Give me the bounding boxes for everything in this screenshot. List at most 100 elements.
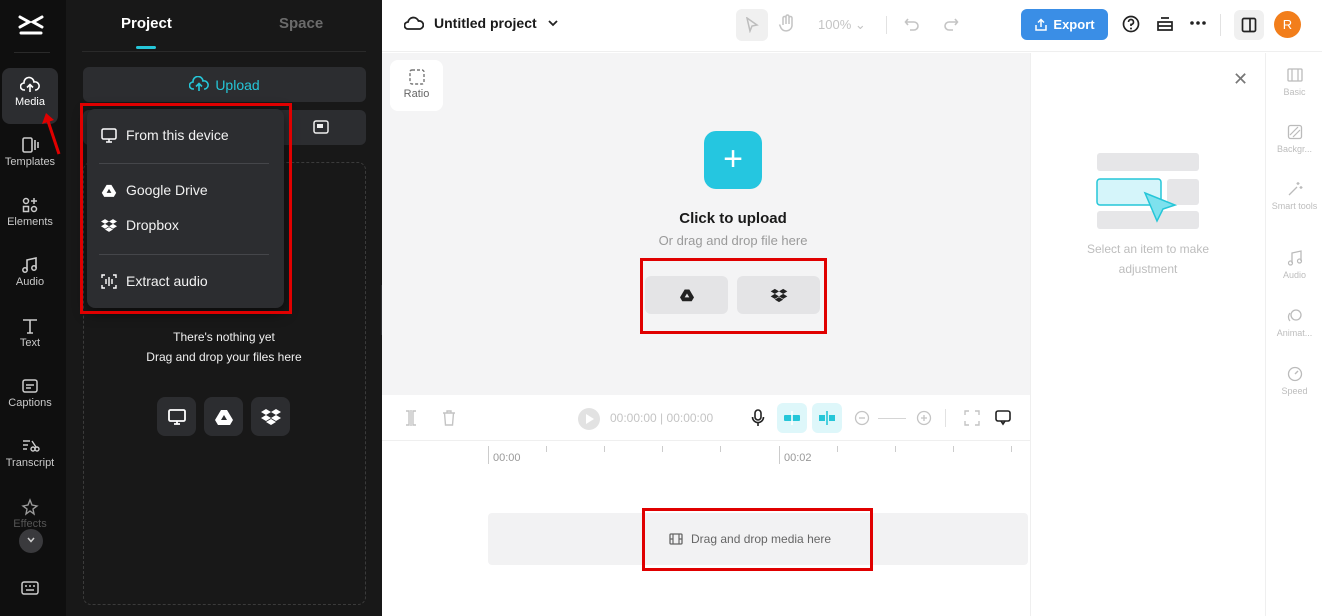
rail-label-smart-tools: Smart tools [1271, 201, 1318, 211]
rail-item-transcript[interactable]: Transcript [0, 429, 60, 485]
highlight-box-dropdown [80, 103, 292, 314]
left-rail: Media Templates Elements Audio Text Capt… [0, 0, 66, 616]
export-label: Export [1053, 17, 1095, 32]
highlight-box-track [642, 508, 873, 571]
rail-label-captions: Captions [8, 397, 52, 409]
upload-button[interactable]: Upload [83, 67, 366, 102]
highlight-box-cloud-sources [640, 258, 827, 334]
layout-toggle-button[interactable] [1234, 10, 1264, 40]
export-button[interactable]: Export [1021, 9, 1108, 40]
zoom-slider[interactable] [878, 418, 906, 419]
undo-icon[interactable] [904, 16, 920, 32]
google-drive-button[interactable] [204, 397, 243, 436]
ruler-label-2s: 00:02 [784, 452, 812, 464]
share-icon [1035, 17, 1048, 31]
play-button[interactable] [578, 408, 600, 430]
rail-item-basic[interactable]: Basic [1266, 67, 1322, 97]
keyboard-icon [21, 581, 39, 595]
rail-item-background[interactable]: Backgr... [1266, 124, 1322, 154]
fit-to-screen-icon[interactable] [964, 410, 980, 426]
upload-button-label: Upload [215, 76, 260, 93]
total-time: 00:00:00 [666, 411, 714, 425]
empty-subtitle: Drag and drop your files here [146, 350, 302, 364]
top-bar: Untitled project 100% ⌄ Export R [382, 0, 1322, 52]
ruler-tick [1011, 446, 1012, 452]
cloud-upload-icon [189, 76, 210, 91]
select-tool-button[interactable] [736, 9, 768, 41]
tab-project[interactable]: Project [121, 15, 172, 32]
rail-item-captions[interactable]: Captions [0, 369, 60, 425]
stack-icon[interactable] [1156, 15, 1174, 33]
auto-snap-toggle[interactable] [777, 403, 807, 433]
ruler-tick [895, 446, 896, 452]
close-icon[interactable]: ✕ [1233, 69, 1248, 90]
split-icon[interactable] [404, 409, 418, 427]
captions-icon [22, 379, 38, 393]
rail-label-speed: Speed [1281, 386, 1308, 396]
cloud-icon [404, 16, 424, 30]
basic-icon [1286, 68, 1303, 82]
zoom-level[interactable]: 100% ⌄ [818, 17, 866, 33]
rail-item-audio[interactable]: Audio [0, 248, 60, 304]
play-icon [586, 414, 594, 424]
project-title[interactable]: Untitled project [404, 15, 559, 31]
ruler-tick [779, 446, 780, 464]
music-note-icon [22, 257, 37, 273]
rail-item-animation[interactable]: Animat... [1266, 308, 1322, 338]
monitor-icon [167, 408, 186, 425]
redo-icon[interactable] [943, 16, 959, 32]
help-icon[interactable] [1122, 15, 1140, 33]
timeline-ruler: 00:00 00:02 [382, 442, 1030, 472]
add-media-button[interactable]: + [704, 131, 762, 189]
ruler-tick [837, 446, 838, 452]
from-device-button[interactable] [157, 397, 196, 436]
timecode: 00:00:00 | 00:00:00 [610, 411, 714, 425]
linkage-toggle[interactable] [812, 403, 842, 433]
rail-label-audio: Audio [15, 276, 45, 288]
annotation-arrow [42, 113, 61, 155]
transcript-icon [23, 440, 40, 452]
ratio-icon [408, 69, 425, 85]
timeline-toolbar: 00:00:00 | 00:00:00 [382, 395, 1030, 441]
music-note-icon [1287, 250, 1302, 266]
ruler-tick [604, 446, 605, 452]
ruler-tick [720, 446, 721, 452]
delete-icon[interactable] [442, 409, 456, 427]
link-clips-icon [819, 411, 835, 425]
toolbar-divider [1220, 14, 1221, 36]
tab-space[interactable]: Space [279, 15, 323, 32]
click-to-upload-title: Click to upload [679, 210, 787, 227]
microphone-icon[interactable] [751, 409, 765, 427]
more-icon[interactable] [1189, 20, 1207, 26]
ruler-tick [546, 446, 547, 452]
effects-icon [21, 498, 39, 516]
dropbox-icon [260, 408, 281, 425]
dropbox-button[interactable] [251, 397, 290, 436]
rail-label-text: Text [19, 337, 41, 349]
rail-more-button[interactable] [19, 529, 43, 553]
zoom-in-icon[interactable] [916, 410, 932, 426]
right-rail: Basic Backgr... Smart tools Audio Animat… [1265, 53, 1322, 616]
rail-label-media: Media [15, 96, 45, 108]
tabs-divider [82, 51, 366, 52]
rail-item-smart-tools[interactable]: Smart tools [1266, 181, 1322, 211]
toolbar-divider [886, 16, 887, 34]
avatar[interactable]: R [1274, 11, 1301, 38]
cursor-icon [745, 16, 759, 34]
preview-canvas[interactable]: Ratio + Click to upload Or drag and drop… [382, 53, 1030, 395]
keyboard-shortcuts-button[interactable] [20, 580, 40, 599]
hand-icon[interactable] [778, 14, 796, 34]
rail-item-audio-props[interactable]: Audio [1266, 250, 1322, 280]
empty-title: There's nothing yet [173, 330, 275, 344]
rail-item-elements[interactable]: Elements [0, 188, 60, 244]
rail-label-animation: Animat... [1276, 328, 1313, 338]
rail-item-text[interactable]: Text [0, 309, 60, 365]
speed-icon [1287, 366, 1302, 382]
comment-icon[interactable] [994, 409, 1012, 427]
record-screen-icon [313, 120, 329, 134]
background-icon [1287, 124, 1302, 140]
zoom-out-icon[interactable] [854, 410, 870, 426]
rail-item-speed[interactable]: Speed [1266, 366, 1322, 396]
ratio-button[interactable]: Ratio [390, 60, 443, 111]
drag-drop-hint: Or drag and drop file here [658, 233, 808, 248]
